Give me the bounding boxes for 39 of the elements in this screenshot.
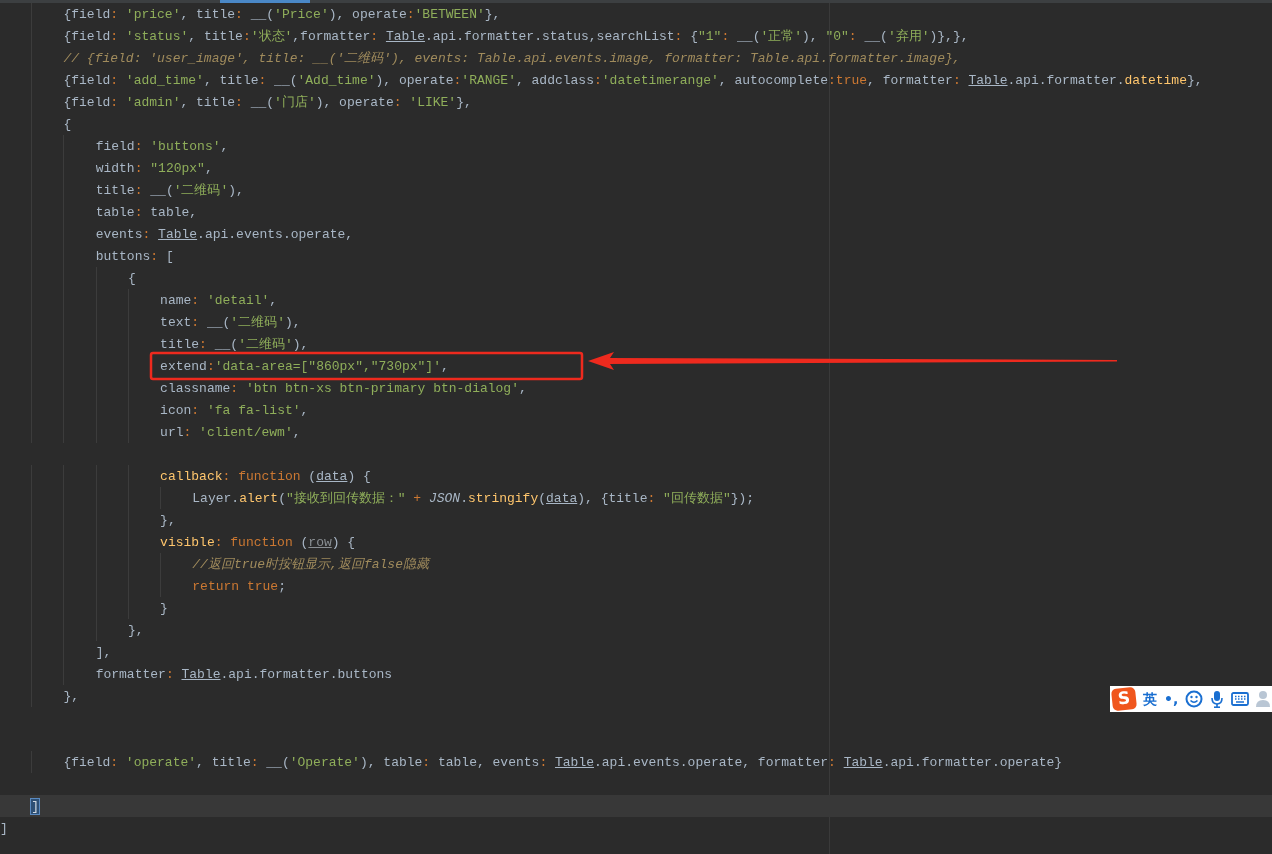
code-line: formatter: Table.api.formatter.buttons <box>95 666 393 684</box>
code-line: }, <box>160 512 176 530</box>
language-toggle[interactable]: 英 <box>1143 688 1157 710</box>
code-line: callback: function (data) { <box>160 468 371 486</box>
ime-logo[interactable]: S <box>1110 686 1138 712</box>
code-line: icon: 'fa fa-list', <box>160 402 309 420</box>
code-line: extend:'data-area=["860px","730px"]', <box>160 358 449 376</box>
code-line: {field: 'status', title:'状态',formatter: Table.api.formatter.status,searchList: {"1": __('正常'), "0": __('弃用')},}, <box>63 28 969 46</box>
code-line: table: table, <box>95 204 198 222</box>
code-line: events: Table.api.events.operate, <box>95 226 354 244</box>
code-line: ], <box>95 644 112 662</box>
code-line: field: 'buttons', <box>95 138 229 156</box>
code-line: classname: 'btn btn-xs btn-primary btn-dialog', <box>160 380 527 398</box>
code-line: { <box>127 270 136 288</box>
code-line: title: __('二维码'), <box>160 336 309 354</box>
code-line: {field: 'operate', title: __('Operate'), table: table, events: Table.api.events.operate, formatter: Table.api.formatter.operate} <box>63 754 1063 772</box>
smiley-icon[interactable] <box>1185 690 1204 708</box>
code-line: }, <box>63 688 80 706</box>
microphone-icon[interactable] <box>1210 690 1225 708</box>
code-line: title: __('二维码'), <box>95 182 244 200</box>
code-line: }, <box>127 622 144 640</box>
code-comment: // {field: 'user_image', title: __('二维码'), events: Table.api.events.image, formatter: Table.api.formatter.image}, <box>63 50 961 68</box>
code-line: {field: 'add_time', title: __('Add_time'), operate:'RANGE', addclass:'datetimerange', autocomplete:true, formatter: Table.api.formatter.datetime}, <box>63 72 1203 90</box>
code-line: return true; <box>192 578 286 596</box>
code-line: {field: 'admin', title: __('门店'), operate: 'LIKE'}, <box>63 94 472 112</box>
code-line: width: "120px", <box>95 160 213 178</box>
code-line: name: 'detail', <box>160 292 278 310</box>
keyboard-icon[interactable] <box>1231 692 1250 706</box>
code-line: visible: function (row) { <box>160 534 356 552</box>
code-line: url: 'client/ewm', <box>160 424 301 442</box>
code-line: buttons: [ <box>95 248 174 266</box>
code-line: ] <box>0 820 8 838</box>
code-line: } <box>160 600 168 618</box>
code-line: {field: 'price', title: __('Price'), operate:'BETWEEN'}, <box>63 6 501 24</box>
code-comment: //返回true时按钮显示,返回false隐藏 <box>192 556 429 574</box>
code-line: text: __('二维码'), <box>160 314 301 332</box>
punctuation-toggle[interactable]: •, <box>1164 688 1179 710</box>
code-line: Layer.alert("接收到回传数据：" + JSON.stringify(data), {title: "回传数据"}); <box>192 490 755 508</box>
code-line: { <box>63 116 72 134</box>
